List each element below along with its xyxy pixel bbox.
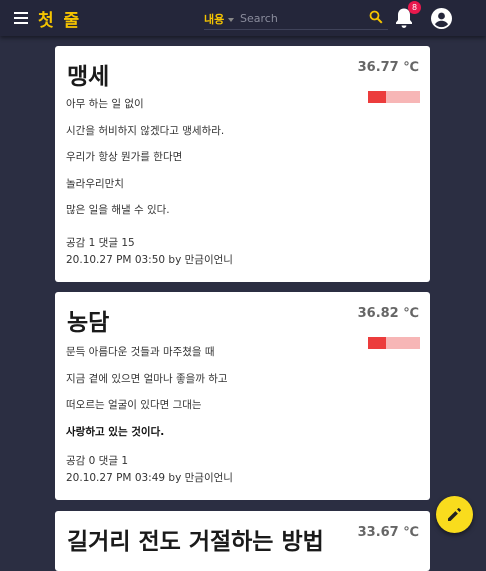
write-post-button[interactable] <box>436 496 473 533</box>
post-line: 지금 곁에 있으면 얼마나 좋을까 하고 <box>66 372 228 385</box>
post-line: 떠오르는 얼굴이 있다면 그대는 <box>66 399 202 411</box>
post-title[interactable]: 맹세 <box>67 57 109 91</box>
app-title[interactable]: 첫 줄 <box>38 6 81 31</box>
post-line: 놀라우리만치 <box>66 177 124 190</box>
post-card[interactable]: 맹세 36.77 ℃ 아무 하는 일 없이 시간을 허비하지 않겠다고 맹세하라… <box>55 46 430 282</box>
post-date-author: 20.10.27 PM 03:50 by 만금이언니 <box>66 254 233 266</box>
post-line: 많은 일을 해낼 수 있다. <box>66 204 170 216</box>
post-card[interactable]: 농담 36.82 ℃ 문득 아름다운 것들과 마주쳤을 때 지금 곁에 있으면 … <box>55 292 430 500</box>
post-line: 우리가 항상 뭔가를 한다면 <box>66 151 183 163</box>
post-stats: 공감 1 댓글 15 <box>66 237 135 249</box>
post-line: 시간을 허비하지 않겠다고 맹세하라. <box>66 124 225 137</box>
post-title[interactable]: 길거리 전도 거절하는 방법 <box>67 522 324 556</box>
post-date-author: 20.10.27 PM 03:49 by 만금이언니 <box>66 472 233 484</box>
caret-down-icon <box>228 18 235 22</box>
top-app-bar: 첫 줄 내용 8 <box>0 0 486 36</box>
menu-icon[interactable] <box>14 12 28 24</box>
post-card[interactable]: 길거리 전도 거절하는 방법 33.67 ℃ <box>55 511 430 571</box>
post-body: 아무 하는 일 없이 시간을 허비하지 않겠다고 맹세하라. 우리가 항상 뭔가… <box>66 97 356 230</box>
account-circle-icon[interactable] <box>431 8 452 29</box>
temperature-bar-fill <box>368 337 387 349</box>
temperature-bar <box>368 337 420 349</box>
post-stats: 공감 0 댓글 1 <box>66 455 129 467</box>
temperature-bar-fill <box>368 91 387 103</box>
search-bar: 내용 <box>204 7 388 30</box>
search-input[interactable] <box>240 9 360 27</box>
post-temperature: 36.82 ℃ <box>357 306 419 321</box>
post-line: 아무 하는 일 없이 <box>66 98 144 110</box>
temperature-bar <box>368 91 420 103</box>
post-line: 문득 아름다운 것들과 마주쳤을 때 <box>66 346 215 358</box>
post-body: 문득 아름다운 것들과 마주쳤을 때 지금 곁에 있으면 얼마나 좋을까 하고 … <box>66 345 356 451</box>
pencil-icon <box>448 508 461 521</box>
search-scope-label: 내용 <box>204 13 225 26</box>
post-temperature: 33.67 ℃ <box>357 525 419 540</box>
search-icon[interactable] <box>369 10 383 24</box>
notification-badge: 8 <box>408 1 421 14</box>
post-title[interactable]: 농담 <box>67 303 109 337</box>
post-temperature: 36.77 ℃ <box>357 60 419 75</box>
search-scope-select[interactable]: 내용 <box>204 11 235 27</box>
post-line: 사랑하고 있는 것이다. <box>66 425 165 438</box>
